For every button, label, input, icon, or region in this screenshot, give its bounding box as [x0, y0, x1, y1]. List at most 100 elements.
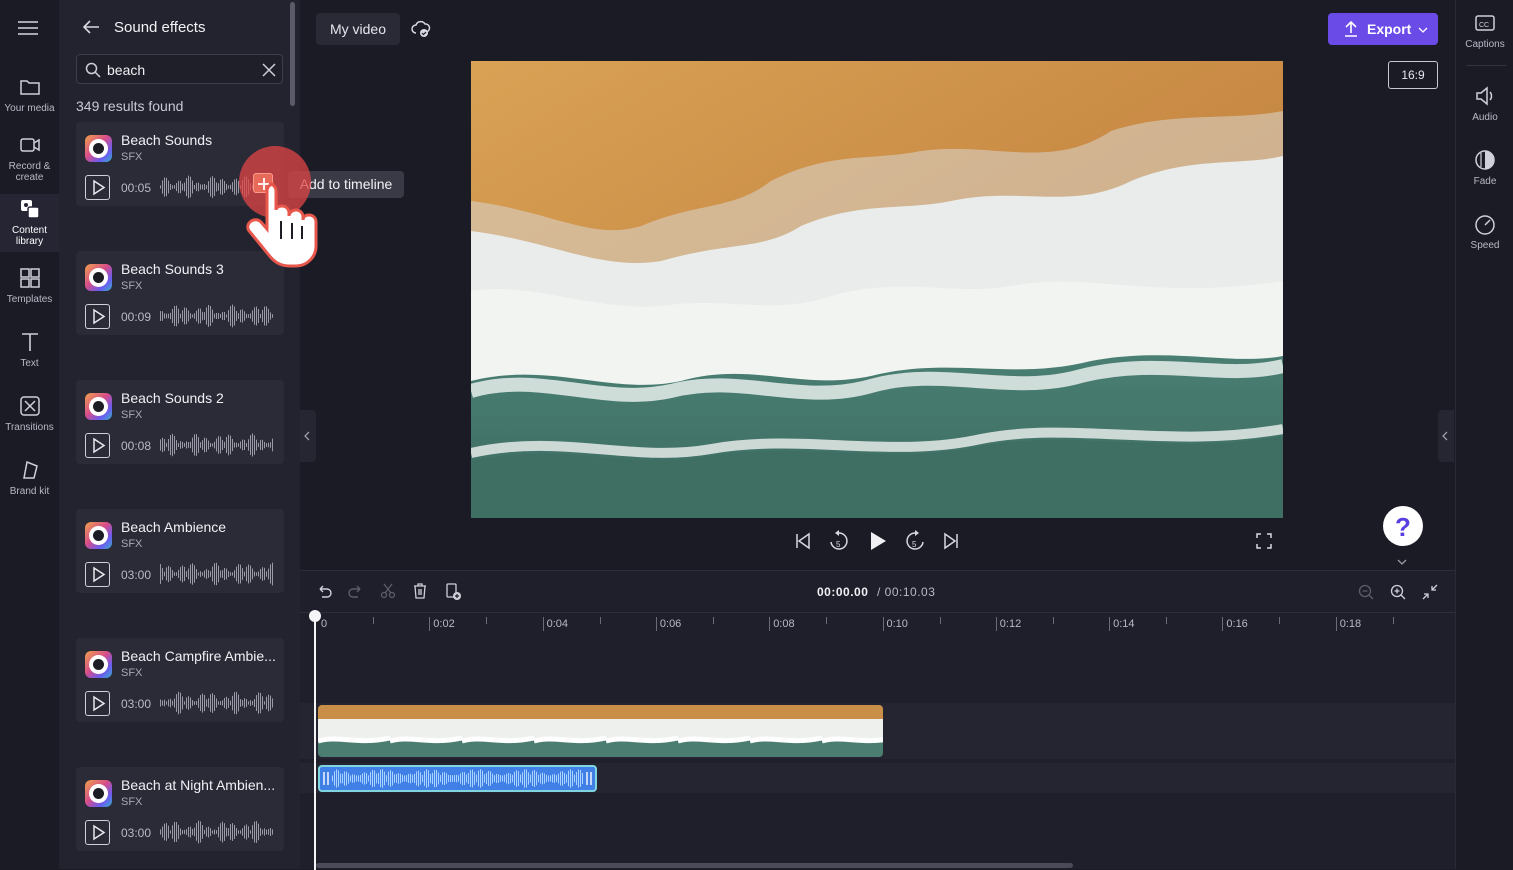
video-preview[interactable] [471, 61, 1283, 518]
sound-effect-card[interactable]: Beach at Night Ambien... SFX 03:00 [76, 767, 284, 851]
ruler-label: 0 [321, 618, 328, 630]
ruler-minor-tick [1166, 617, 1168, 624]
export-button[interactable]: Export [1328, 13, 1438, 45]
nav-transitions[interactable]: Transitions [0, 395, 59, 435]
waveform-preview [160, 691, 273, 715]
audio-clip[interactable] [318, 765, 597, 792]
playhead[interactable] [314, 613, 316, 870]
sound-effect-duration: 00:05 [121, 181, 152, 195]
ruler-label: 0:16 [1226, 618, 1248, 630]
ruler-tick [882, 617, 884, 631]
play-preview-icon[interactable] [85, 562, 110, 587]
sound-effect-card[interactable]: Beach Sounds 2 SFX 00:08 [76, 380, 284, 464]
sound-effect-duration: 03:00 [121, 697, 152, 711]
ruler-tick [429, 617, 431, 631]
nav-brand-kit[interactable]: Brand kit [0, 459, 59, 499]
back-arrow-icon[interactable] [81, 18, 101, 36]
nav-text[interactable]: Text [0, 331, 59, 371]
skip-back-icon[interactable] [794, 532, 812, 550]
sound-effect-name: Beach Campfire Ambie... [121, 648, 276, 664]
help-button[interactable]: ? [1383, 506, 1423, 546]
speed-button[interactable]: Speed [1456, 213, 1513, 251]
project-title[interactable]: My video [316, 13, 400, 45]
delete-icon[interactable] [412, 583, 428, 599]
clear-search-icon[interactable] [262, 63, 276, 77]
play-preview-icon[interactable] [85, 304, 110, 329]
rewind-5s-icon[interactable]: 5 [829, 530, 849, 552]
play-preview-icon[interactable] [85, 820, 110, 845]
play-icon[interactable] [868, 530, 888, 552]
play-preview-icon[interactable] [85, 433, 110, 458]
ruler-label: 0:08 [773, 618, 795, 630]
collapse-panel-handle[interactable] [300, 410, 316, 462]
audio-waveform [332, 769, 583, 788]
sound-effect-name: Beach Sounds [121, 132, 213, 148]
speed-label: Speed [1470, 240, 1500, 251]
nav-label: Record & create [8, 161, 51, 183]
nav-label: Text [20, 358, 39, 369]
duplicate-icon[interactable] [444, 583, 462, 601]
aspect-ratio-button[interactable]: 16:9 [1388, 61, 1438, 89]
sound-effect-thumbnail [85, 135, 112, 162]
nav-templates[interactable]: Templates [0, 267, 59, 307]
ruler-label: 0:02 [433, 618, 455, 630]
fade-button[interactable]: Fade [1456, 149, 1513, 187]
sound-effect-type: SFX [121, 538, 143, 550]
waveform-preview [160, 820, 273, 844]
upload-icon [1345, 20, 1357, 37]
audio-button[interactable]: Audio [1456, 85, 1513, 123]
nav-content-library[interactable]: Content library [0, 194, 59, 252]
ruler-label: 0:04 [546, 618, 569, 630]
clip-trim-handle-right[interactable] [585, 771, 593, 786]
ruler-minor-tick [1052, 617, 1054, 624]
folder-icon [19, 76, 41, 98]
ruler-tick [995, 617, 997, 631]
sound-effect-name: Beach Ambience [121, 519, 227, 535]
cloud-saved-icon[interactable] [411, 19, 431, 39]
sound-effect-duration: 03:00 [121, 826, 152, 840]
right-properties-bar: CC Captions Audio Fade Speed [1455, 0, 1513, 869]
nav-label: Brand kit [9, 486, 50, 497]
clip-trim-handle-left[interactable] [322, 771, 330, 786]
nav-record-create[interactable]: Record & create [0, 134, 59, 186]
speed-icon [1474, 213, 1496, 235]
panel-scrollbar[interactable] [290, 2, 295, 106]
forward-5s-icon[interactable]: 5 [905, 530, 925, 552]
collapse-right-panel-handle[interactable] [1438, 410, 1454, 462]
ruler-tick [1222, 617, 1224, 631]
search-input[interactable]: beach [76, 54, 283, 84]
library-icon [19, 198, 41, 220]
sound-effect-card[interactable]: Beach Ambience SFX 03:00 [76, 509, 284, 593]
templates-icon [19, 267, 41, 289]
play-preview-icon[interactable] [85, 175, 110, 200]
nav-your-media[interactable]: Your media [0, 76, 59, 122]
timeline-scrollbar[interactable] [316, 863, 1073, 868]
playhead-handle[interactable] [309, 610, 321, 622]
redo-icon[interactable] [348, 583, 364, 599]
nav-label: Your media [4, 103, 55, 114]
undo-icon[interactable] [316, 583, 332, 599]
zoom-in-icon[interactable] [1390, 584, 1406, 600]
play-preview-icon[interactable] [85, 691, 110, 716]
sound-effect-thumbnail [85, 393, 112, 420]
sound-effect-name: Beach at Night Ambien... [121, 777, 276, 793]
video-clip[interactable] [318, 705, 883, 757]
timeline: 00:00.00 / 00:10.03 0 0:02 0:04 0:06 0:08 0:1… [300, 570, 1455, 870]
fade-label: Fade [1473, 176, 1497, 187]
captions-button[interactable]: CC Captions [1456, 12, 1513, 50]
split-scissors-icon[interactable] [380, 583, 396, 599]
transitions-icon [19, 395, 41, 417]
ruler-label: 0:06 [659, 618, 682, 630]
sound-effect-card[interactable]: Beach Campfire Ambie... SFX 03:00 [76, 638, 284, 722]
fit-timeline-icon[interactable] [1422, 584, 1438, 600]
zoom-out-icon[interactable] [1358, 584, 1374, 600]
ruler-label: 0:18 [1339, 618, 1362, 630]
chevron-down-icon[interactable] [1395, 557, 1409, 567]
ruler-minor-tick [1279, 617, 1281, 624]
search-icon [85, 62, 101, 78]
fullscreen-icon[interactable] [1256, 533, 1272, 549]
nav-label: Templates [6, 294, 53, 305]
brand-kit-icon [19, 459, 41, 481]
skip-forward-icon[interactable] [942, 532, 960, 550]
hamburger-menu-icon[interactable] [17, 19, 39, 37]
